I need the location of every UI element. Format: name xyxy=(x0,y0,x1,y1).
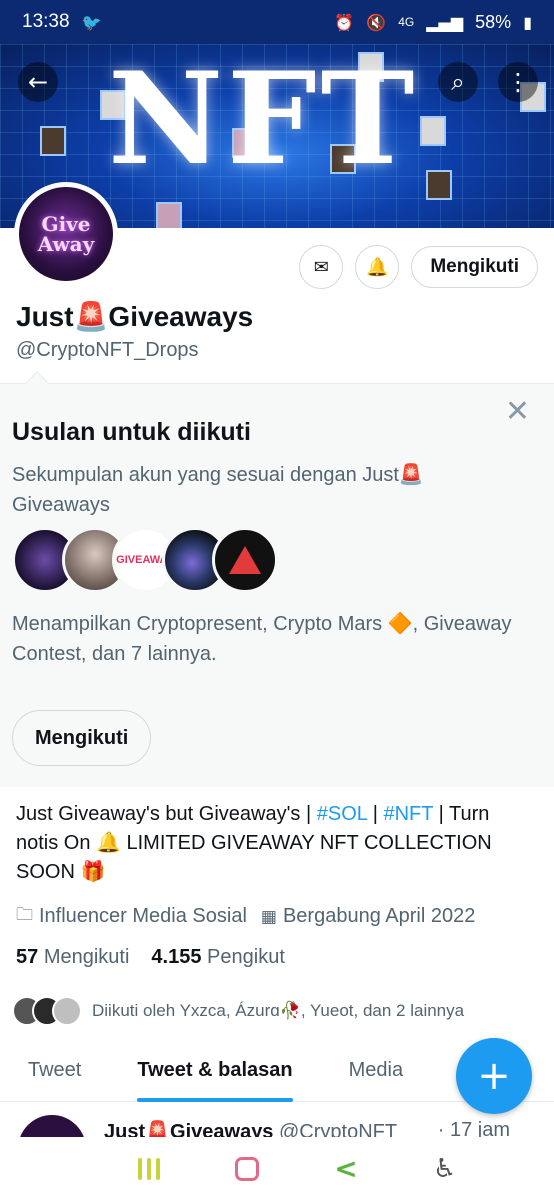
category-item: 🗀 Influencer Media Sosial xyxy=(16,902,247,931)
suggested-avatars[interactable]: GIVEAWAY xyxy=(12,527,278,593)
battery-percent: 58% xyxy=(475,11,512,32)
message-button[interactable]: ✉ xyxy=(299,245,344,289)
tab-tweets[interactable]: Tweet xyxy=(0,1040,109,1102)
status-bar: 13:38 🐦 ⏰ 🔇 4G ▂▄▆ 58% ▮ xyxy=(0,0,554,44)
following-count: 57 xyxy=(16,946,39,968)
followed-by-avatars xyxy=(12,996,82,1026)
arrow-left-icon: ← xyxy=(27,68,49,96)
bio-text: Just Giveaway's but Giveaway's | xyxy=(16,803,317,825)
following-button[interactable]: Mengikuti xyxy=(411,246,538,288)
search-button[interactable]: ⌕ xyxy=(438,62,478,102)
followers-count: 4.155 xyxy=(151,946,202,968)
suggestions-description: Sekumpulan akun yang sesuai dengan Just🚨… xyxy=(12,464,424,516)
alarm-icon: ⏰ xyxy=(334,12,355,32)
avatar-image: Give Away xyxy=(19,187,113,281)
suggestions-featured-text: Menampilkan Cryptopresent, Crypto Mars 🔶… xyxy=(12,613,512,665)
bell-check-icon: 🔔 xyxy=(366,256,389,278)
battery-icon: ▮ xyxy=(523,12,532,32)
profile-avatar[interactable]: Give Away xyxy=(14,182,118,286)
system-nav-bar: < ♿ xyxy=(0,1137,554,1200)
back-chevron-icon[interactable]: < xyxy=(334,1152,357,1185)
nft-tile xyxy=(426,170,452,200)
banner-nft-text: NFT xyxy=(108,45,419,193)
tweet-author-handle: @CryptoNFT xyxy=(279,1121,398,1137)
bio-separator: | xyxy=(367,803,384,825)
signal-icon: ▂▄▆ xyxy=(426,12,464,32)
close-icon[interactable]: ✕ xyxy=(505,394,530,429)
mute-icon: 🔇 xyxy=(366,12,387,32)
recent-apps-icon[interactable] xyxy=(137,1157,160,1180)
suggested-avatar-5[interactable] xyxy=(212,527,278,593)
search-icon: ⌕ xyxy=(451,68,465,96)
joined-item: ▦ Bergabung April 2022 xyxy=(261,902,475,931)
following-count-link[interactable]: 57 Mengikuti xyxy=(16,946,129,969)
tweet-preview[interactable]: Just🚨Giveaways @CryptoNFT · 17 jam xyxy=(0,1103,554,1137)
hashtag-sol-link[interactable]: #SOL xyxy=(317,803,367,825)
calendar-icon: ▦ xyxy=(260,906,277,927)
network-label: 4G xyxy=(398,15,415,29)
joined-label: Bergabung April 2022 xyxy=(282,905,476,927)
briefcase-icon: 🗀 xyxy=(16,905,33,925)
plus-icon: + xyxy=(477,1053,511,1099)
avatar-text-give: Give xyxy=(41,212,91,236)
triangle-logo-icon xyxy=(229,546,261,574)
accessibility-icon[interactable]: ♿ xyxy=(433,1154,456,1184)
following-label: Mengikuti xyxy=(43,946,130,968)
follow-suggestions-button[interactable]: Mengikuti xyxy=(12,710,152,766)
tweet-time: · 17 jam xyxy=(437,1119,510,1137)
followers-label: Pengikut xyxy=(207,946,285,968)
suggestions-panel: ✕ Usulan untuk diikuti Sekumpulan akun y… xyxy=(0,371,554,787)
nft-tile xyxy=(420,116,446,146)
nft-tile xyxy=(156,202,182,228)
home-icon[interactable] xyxy=(234,1156,259,1181)
suggestions-title: Usulan untuk diikuti xyxy=(12,418,251,446)
avatar-text-away: Away xyxy=(37,232,95,256)
more-button[interactable]: ⋮ xyxy=(498,62,538,102)
tweet-header: Just🚨Giveaways @CryptoNFT xyxy=(104,1119,397,1137)
twitter-bird-icon: 🐦 xyxy=(81,12,102,32)
profile-handle: @CryptoNFT_Drops xyxy=(16,339,199,361)
profile-meta: 🗀 Influencer Media Sosial ▦ Bergabung Ap… xyxy=(16,902,475,931)
nft-tile xyxy=(40,126,66,156)
profile-actions: ✉ 🔔 Mengikuti xyxy=(299,245,538,289)
tweet-avatar xyxy=(18,1115,86,1137)
status-time: 13:38 xyxy=(22,11,70,32)
envelope-icon: ✉ xyxy=(313,256,329,278)
compose-tweet-button[interactable]: + xyxy=(456,1038,532,1114)
category-label: Influencer Media Sosial xyxy=(39,905,247,927)
back-button[interactable]: ← xyxy=(18,62,58,102)
notification-button[interactable]: 🔔 xyxy=(355,245,400,289)
profile-name: Just🚨Giveaways xyxy=(16,301,254,332)
more-vertical-icon: ⋮ xyxy=(506,68,530,96)
followed-by-text: Diikuti oleh Yxzca, Ázurɑ🥀, Yueot, dan 2… xyxy=(92,1001,465,1020)
followers-count-link[interactable]: 4.155 Pengikut xyxy=(151,946,284,969)
profile-bio: Just Giveaway's but Giveaway's | #SOL | … xyxy=(16,800,536,887)
follow-counts: 57 Mengikuti 4.155 Pengikut xyxy=(16,946,285,969)
panel-notch xyxy=(24,371,50,397)
tab-tweets-replies[interactable]: Tweet & balasan xyxy=(109,1040,320,1102)
tab-media[interactable]: Media xyxy=(321,1040,431,1102)
hashtag-nft-link[interactable]: #NFT xyxy=(383,803,433,825)
tweet-author-name: Just🚨Giveaways xyxy=(104,1121,274,1137)
followed-by[interactable]: Diikuti oleh Yxzca, Ázurɑ🥀, Yueot, dan 2… xyxy=(12,996,464,1026)
